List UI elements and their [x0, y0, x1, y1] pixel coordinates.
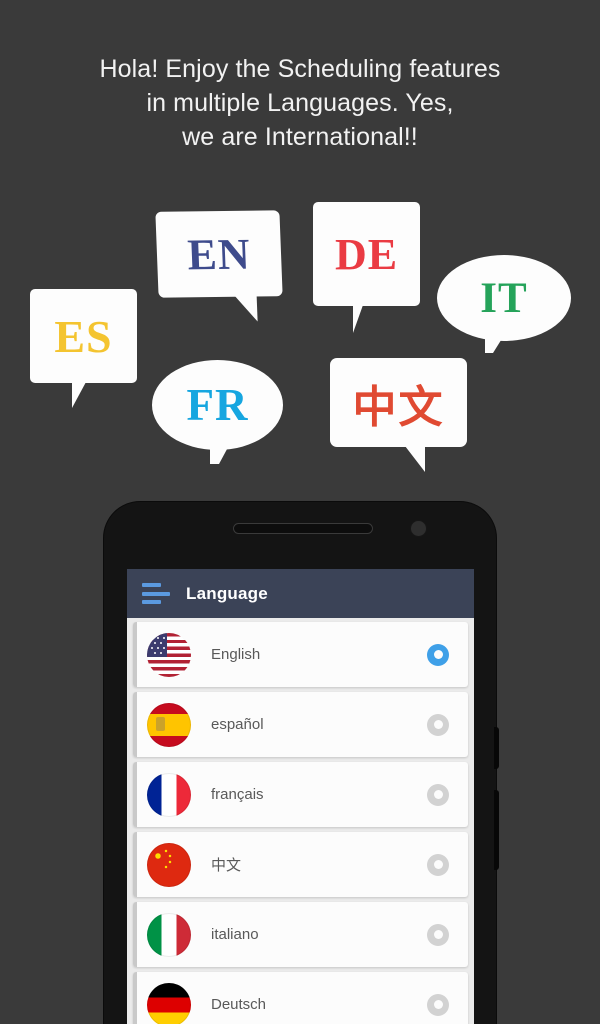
list-item-deutsch[interactable]: Deutsch: [133, 972, 468, 1024]
speech-bubble-tail-icon: [485, 329, 508, 353]
radio-button-italiano[interactable]: [427, 923, 449, 946]
phone-power-button[interactable]: [494, 790, 499, 870]
list-item-francais[interactable]: français: [133, 762, 468, 827]
flag-icon-fr: [147, 772, 191, 817]
list-item-english[interactable]: English: [133, 622, 468, 687]
speech-bubble-tail-icon: [393, 446, 425, 472]
phone-earpiece-speaker: [233, 523, 373, 534]
language-name: français: [211, 786, 264, 803]
list-item-espanol[interactable]: español: [133, 692, 468, 757]
phone-mockup: Language English español français 中文 ita…: [104, 502, 499, 1024]
language-bubbles-group: ES EN FR DE IT 中文: [0, 0, 600, 500]
flag-icon-cn: [147, 842, 191, 887]
speech-bubble-tail-icon: [353, 305, 380, 333]
list-item-chinese[interactable]: 中文: [133, 832, 468, 897]
speech-bubble-tail-icon: [210, 438, 233, 464]
speech-bubble-it-label: IT: [480, 274, 528, 322]
phone-screen: Language English español français 中文 ita…: [127, 569, 474, 1024]
hamburger-menu-icon[interactable]: [142, 583, 170, 604]
list-item-italiano[interactable]: italiano: [133, 902, 468, 967]
radio-button-francais[interactable]: [427, 783, 449, 806]
app-bar: Language: [127, 569, 474, 618]
language-list: English español français 中文 italiano Deu…: [127, 618, 474, 1024]
speech-bubble-fr: FR: [152, 360, 283, 464]
speech-bubble-de: DE: [313, 202, 420, 333]
language-name: español: [211, 716, 264, 733]
speech-bubble-tail-icon: [72, 382, 103, 408]
speech-bubble-es-label: ES: [54, 310, 113, 362]
speech-bubble-en-label: EN: [186, 229, 252, 279]
speech-bubble-de-label: DE: [334, 229, 399, 279]
speech-bubble-zh-label: 中文: [352, 381, 445, 433]
language-name: Deutsch: [211, 996, 267, 1013]
menu-line-1: [142, 583, 161, 587]
radio-button-espanol[interactable]: [427, 713, 449, 736]
speech-bubble-fr-label: FR: [186, 380, 249, 430]
phone-front-camera: [410, 520, 427, 537]
language-name: English: [211, 646, 261, 663]
speech-bubble-es: ES: [30, 289, 137, 408]
language-name: 中文: [211, 857, 242, 874]
flag-icon-es: [147, 702, 191, 747]
radio-button-deutsch[interactable]: [427, 993, 449, 1016]
radio-button-chinese[interactable]: [427, 853, 449, 876]
menu-line-3: [142, 600, 161, 604]
flag-icon-us: [147, 632, 191, 677]
speech-bubble-en: EN: [155, 210, 283, 322]
language-name: italiano: [211, 926, 259, 943]
radio-button-english[interactable]: [427, 643, 449, 666]
app-bar-title: Language: [186, 583, 268, 603]
flag-icon-de: [147, 982, 191, 1024]
speech-bubble-it: IT: [437, 255, 571, 353]
speech-bubble-tail-icon: [222, 295, 258, 322]
phone-volume-button[interactable]: [494, 727, 499, 769]
flag-icon-it: [147, 912, 191, 957]
menu-line-2: [142, 591, 170, 596]
speech-bubble-zh: 中文: [330, 358, 467, 472]
